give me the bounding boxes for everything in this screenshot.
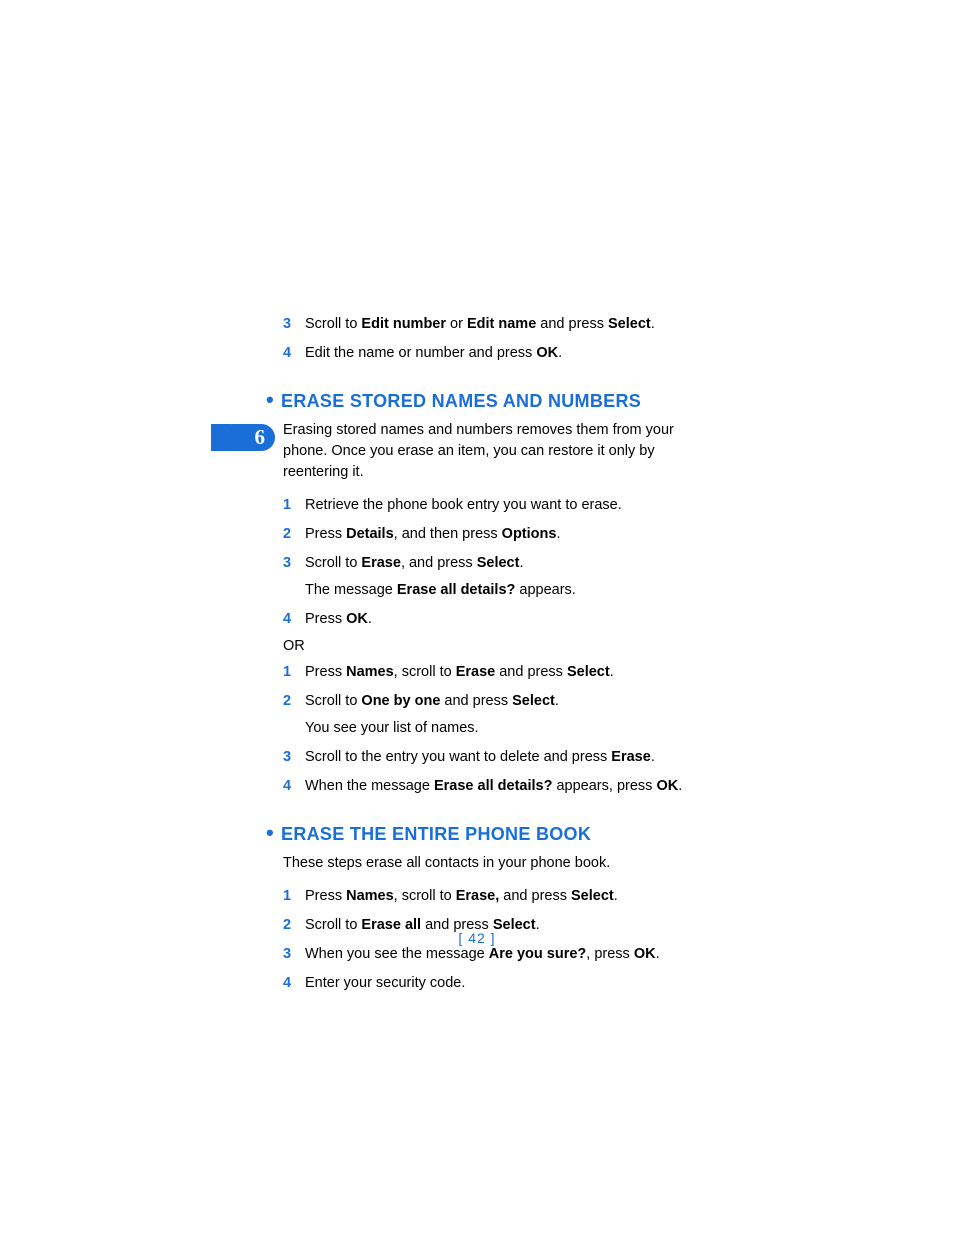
section-title-1: ERASE STORED NAMES AND NUMBERS bbox=[281, 391, 641, 412]
step-number: 2 bbox=[283, 691, 305, 712]
step-text: Enter your security code. bbox=[305, 973, 713, 994]
step-number: 3 bbox=[283, 553, 305, 574]
section-title-2: ERASE THE ENTIRE PHONE BOOK bbox=[281, 824, 591, 845]
step-line: 3Scroll to Edit number or Edit name and … bbox=[283, 314, 713, 335]
step-number: 4 bbox=[283, 609, 305, 630]
bullet-icon: • bbox=[266, 822, 274, 844]
step-number: 3 bbox=[283, 314, 305, 335]
step-line: 4Press OK. bbox=[283, 609, 713, 630]
step-line: 3Scroll to Erase, and press Select. bbox=[283, 553, 713, 574]
step-text: Press Names, scroll to Erase, and press … bbox=[305, 886, 713, 907]
step-number: 1 bbox=[283, 662, 305, 683]
step-line: 4Enter your security code. bbox=[283, 973, 713, 994]
section1-steps-b: 1Press Names, scroll to Erase and press … bbox=[283, 662, 713, 797]
step-number: 1 bbox=[283, 495, 305, 516]
step-line: 4Edit the name or number and press OK. bbox=[283, 343, 713, 364]
step-line: 4When the message Erase all details? app… bbox=[283, 776, 713, 797]
step-line: 1Press Names, scroll to Erase and press … bbox=[283, 662, 713, 683]
step-text: Retrieve the phone book entry you want t… bbox=[305, 495, 713, 516]
step-text: Edit the name or number and press OK. bbox=[305, 343, 713, 364]
section1-intro: Erasing stored names and numbers removes… bbox=[283, 420, 713, 483]
step-text: Press Names, scroll to Erase and press S… bbox=[305, 662, 713, 683]
step-text: Scroll to the entry you want to delete a… bbox=[305, 747, 713, 768]
or-separator: OR bbox=[283, 638, 713, 654]
step-line: 3Scroll to the entry you want to delete … bbox=[283, 747, 713, 768]
step-line: 2Press Details, and then press Options. bbox=[283, 524, 713, 545]
step-number: 4 bbox=[283, 776, 305, 797]
section1-steps-a: 1Retrieve the phone book entry you want … bbox=[283, 495, 713, 630]
step-text: Press OK. bbox=[305, 609, 713, 630]
page-number: [ 42 ] bbox=[0, 930, 954, 946]
chapter-number: 6 bbox=[255, 425, 266, 450]
section-heading-1: • ERASE STORED NAMES AND NUMBERS bbox=[266, 390, 713, 412]
step-number: 4 bbox=[283, 343, 305, 364]
step-text: Press Details, and then press Options. bbox=[305, 524, 713, 545]
step-number: 4 bbox=[283, 973, 305, 994]
step-number: 1 bbox=[283, 886, 305, 907]
step-subtext: The message Erase all details? appears. bbox=[305, 580, 713, 601]
step-number: 2 bbox=[283, 524, 305, 545]
chapter-tab: 6 bbox=[219, 424, 275, 451]
step-text: When you see the message Are you sure?, … bbox=[305, 944, 713, 965]
step-number: 3 bbox=[283, 944, 305, 965]
section-heading-2: • ERASE THE ENTIRE PHONE BOOK bbox=[266, 823, 713, 845]
step-text: Scroll to One by one and press Select. bbox=[305, 691, 713, 712]
step-subtext: You see your list of names. bbox=[305, 718, 713, 739]
step-text: When the message Erase all details? appe… bbox=[305, 776, 713, 797]
page-content: 3Scroll to Edit number or Edit name and … bbox=[283, 314, 713, 1002]
section2-intro: These steps erase all contacts in your p… bbox=[283, 853, 713, 874]
step-number: 3 bbox=[283, 747, 305, 768]
step-text: Scroll to Erase, and press Select. bbox=[305, 553, 713, 574]
top-steps: 3Scroll to Edit number or Edit name and … bbox=[283, 314, 713, 364]
step-line: 2Scroll to One by one and press Select. bbox=[283, 691, 713, 712]
step-line: 3When you see the message Are you sure?,… bbox=[283, 944, 713, 965]
step-text: Scroll to Edit number or Edit name and p… bbox=[305, 314, 713, 335]
bullet-icon: • bbox=[266, 389, 274, 411]
step-line: 1Retrieve the phone book entry you want … bbox=[283, 495, 713, 516]
step-line: 1Press Names, scroll to Erase, and press… bbox=[283, 886, 713, 907]
